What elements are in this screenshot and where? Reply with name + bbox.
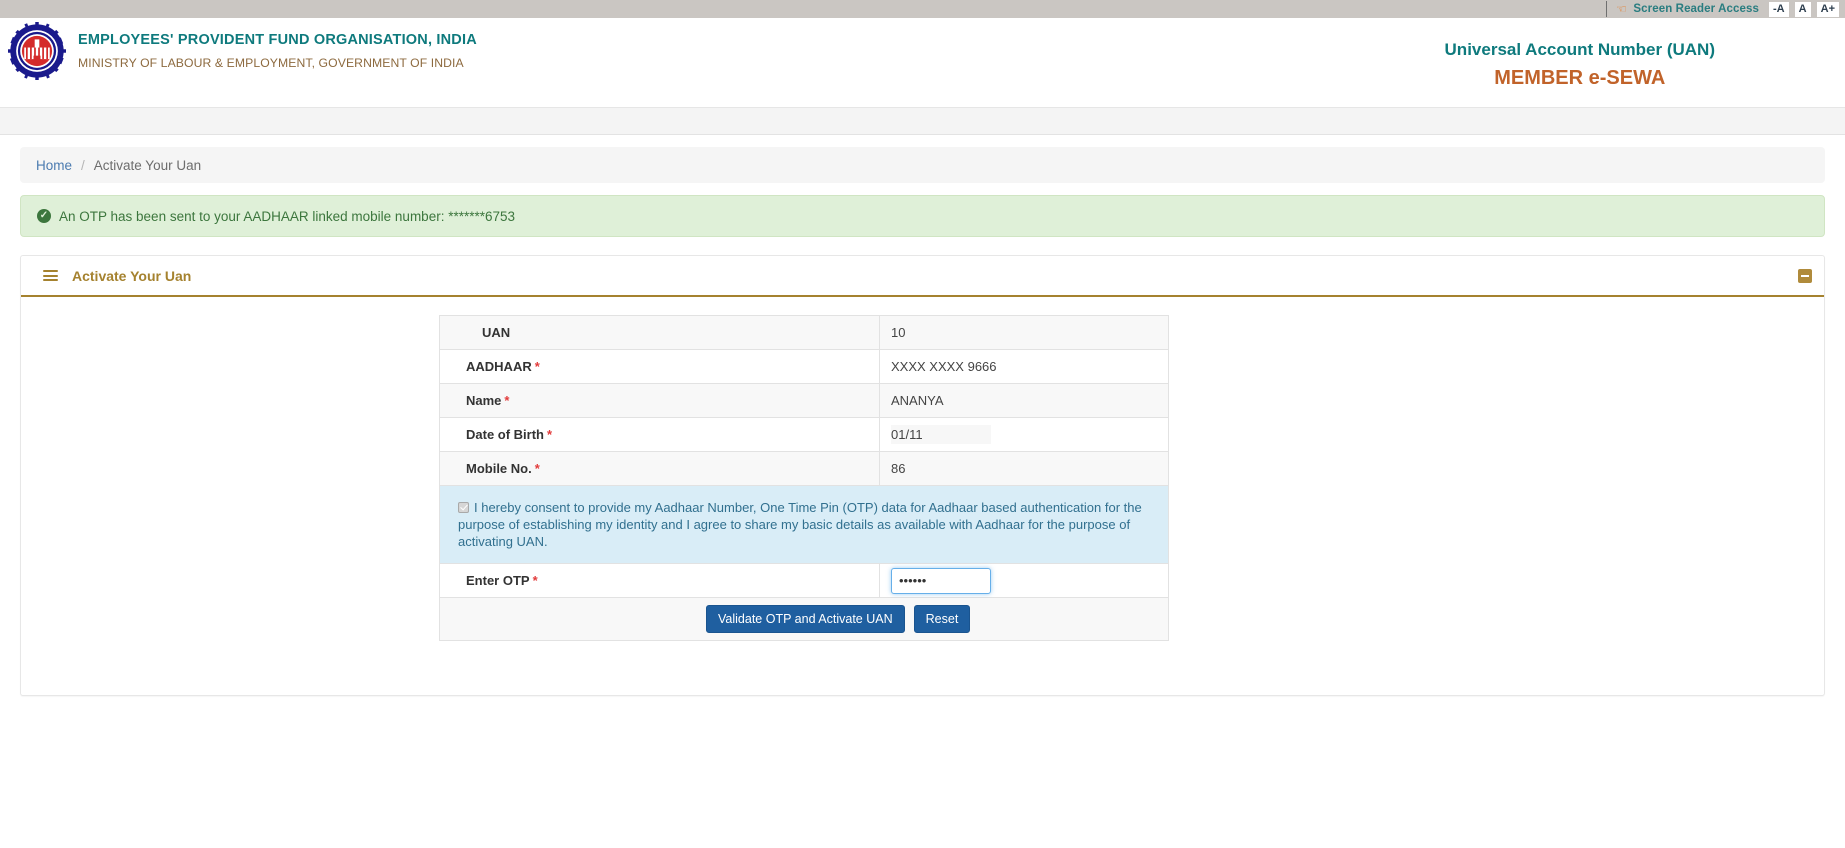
alert-message: An OTP has been sent to your AADHAAR lin… — [59, 208, 516, 224]
consent-cell: I hereby consent to provide my Aadhaar N… — [439, 485, 1169, 564]
aadhaar-label: AADHAAR — [466, 359, 532, 374]
table-row: UAN 10 — [439, 315, 1169, 350]
page-container: Home / Activate Your Uan ✓ An OTP has be… — [0, 147, 1845, 696]
required-marker: * — [532, 573, 538, 588]
name-label: Name — [466, 393, 502, 408]
otp-row: Enter OTP * — [439, 563, 1169, 598]
otp-label: Enter OTP — [466, 573, 530, 588]
navigation-bar — [0, 108, 1845, 135]
uan-value: 10 — [891, 325, 906, 340]
uan-label-cell: UAN — [439, 315, 880, 350]
pointing-hand-icon: ☞ — [1615, 2, 1627, 16]
consent-row: I hereby consent to provide my Aadhaar N… — [439, 485, 1169, 564]
consent-text: I hereby consent to provide my Aadhaar N… — [458, 500, 1142, 549]
panel-header: Activate Your Uan — [21, 256, 1824, 297]
panel-title: Activate Your Uan — [72, 267, 192, 284]
font-increase-button[interactable]: A+ — [1816, 1, 1839, 17]
button-group: Validate OTP and Activate UAN Reset — [440, 605, 1168, 633]
required-marker: * — [534, 359, 540, 374]
otp-input-cell — [879, 563, 1169, 598]
consent-checkbox[interactable] — [458, 502, 469, 513]
dob-value: 01/11 — [891, 425, 991, 444]
activate-uan-form-table: UAN 10 AADHAAR * XXXX XXXX 9666 Name * A… — [439, 315, 1169, 641]
dob-label: Date of Birth — [466, 427, 544, 442]
organisation-name: EMPLOYEES' PROVIDENT FUND ORGANISATION, … — [78, 32, 477, 48]
top-utility-bar: ☞ Screen Reader Access -A A A+ — [0, 0, 1845, 18]
breadcrumb-current: Activate Your Uan — [93, 157, 202, 173]
name-label-cell: Name * — [439, 383, 880, 418]
reset-button[interactable]: Reset — [913, 605, 971, 633]
table-row: Mobile No. * 86 — [439, 451, 1169, 486]
aadhaar-value: XXXX XXXX 9666 — [891, 359, 997, 374]
brand-block: EMPLOYEES' PROVIDENT FUND ORGANISATION, … — [8, 22, 477, 80]
brand-text: EMPLOYEES' PROVIDENT FUND ORGANISATION, … — [78, 32, 477, 70]
topbar-divider — [1605, 1, 1607, 17]
masthead: EMPLOYEES' PROVIDENT FUND ORGANISATION, … — [0, 18, 1845, 108]
minus-icon[interactable] — [1798, 268, 1812, 283]
hamburger-icon[interactable] — [43, 268, 58, 284]
mobile-label: Mobile No. — [466, 461, 532, 476]
dob-label-cell: Date of Birth * — [439, 417, 880, 452]
mobile-value-cell: 86 — [879, 451, 1169, 486]
name-value-cell: ANANYA — [879, 383, 1169, 418]
name-value: ANANYA — [891, 393, 944, 408]
breadcrumb-home-link[interactable]: Home — [36, 158, 72, 173]
otp-sent-alert: ✓ An OTP has been sent to your AADHAAR l… — [20, 195, 1825, 237]
epfo-emblem-logo — [8, 22, 66, 80]
required-marker: * — [547, 427, 553, 442]
screen-reader-access-link[interactable]: Screen Reader Access — [1633, 3, 1759, 15]
breadcrumb-separator: / — [81, 157, 85, 173]
font-normal-button[interactable]: A — [1794, 1, 1811, 17]
member-esewa-title: MEMBER e-SEWA — [1494, 67, 1666, 89]
dob-value-cell: 01/11 — [879, 417, 1169, 452]
required-marker: * — [534, 461, 540, 476]
check-circle-icon: ✓ — [37, 209, 51, 223]
breadcrumb: Home / Activate Your Uan — [20, 147, 1825, 183]
otp-input[interactable] — [891, 567, 991, 594]
table-row: AADHAAR * XXXX XXXX 9666 — [439, 349, 1169, 384]
mobile-label-cell: Mobile No. * — [439, 451, 880, 486]
panel-body: UAN 10 AADHAAR * XXXX XXXX 9666 Name * A… — [21, 297, 1824, 695]
uan-value-cell: 10 — [879, 315, 1169, 350]
validate-otp-and-activate-uan-button[interactable]: Validate OTP and Activate UAN — [706, 605, 905, 633]
otp-label-cell: Enter OTP * — [439, 563, 880, 598]
aadhaar-label-cell: AADHAAR * — [439, 349, 880, 384]
required-marker: * — [504, 393, 510, 408]
masthead-right-titles: Universal Account Number (UAN) MEMBER e-… — [1445, 40, 1715, 90]
uan-title: Universal Account Number (UAN) — [1444, 40, 1715, 59]
table-row: Date of Birth * 01/11 — [439, 417, 1169, 452]
ministry-name: MINISTRY OF LABOUR & EMPLOYMENT, GOVERNM… — [78, 56, 464, 70]
buttons-cell: Validate OTP and Activate UAN Reset — [439, 597, 1169, 641]
table-row: Name * ANANYA — [439, 383, 1169, 418]
aadhaar-value-cell: XXXX XXXX 9666 — [879, 349, 1169, 384]
font-decrease-button[interactable]: -A — [1769, 1, 1789, 17]
activate-uan-panel: Activate Your Uan UAN 10 AADHAAR * XXXX … — [20, 255, 1825, 696]
buttons-row: Validate OTP and Activate UAN Reset — [439, 597, 1169, 641]
uan-label: UAN — [482, 325, 511, 340]
mobile-value: 86 — [891, 461, 906, 476]
